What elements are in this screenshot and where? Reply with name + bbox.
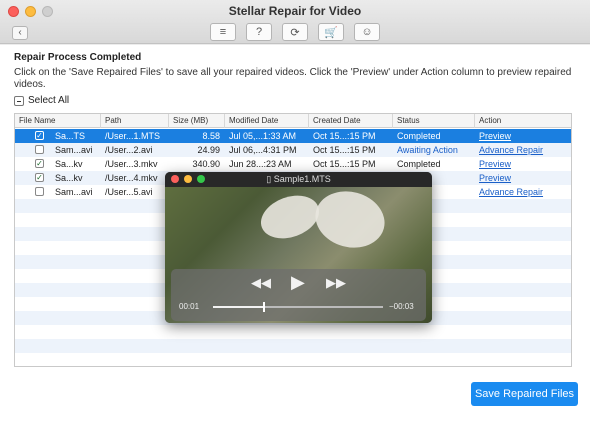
title-bar: Stellar Repair for Video ‹ ≡ ? ⟳ 🛒 ☺ — [0, 0, 590, 44]
register-button[interactable]: ≡ — [210, 23, 236, 41]
cell-file: Sa...kv — [55, 173, 83, 183]
table-row[interactable]: ✓ Sa...kv/User...3.mkv 340.90 Jun 28...:23 … — [15, 157, 571, 171]
row-checkbox[interactable]: ✓ — [35, 131, 44, 140]
cell-file: Sam...avi — [55, 187, 93, 197]
empty-row — [15, 353, 571, 366]
cell-modified: Jul 05,...1:33 AM — [229, 131, 297, 141]
row-checkbox[interactable]: ✓ — [35, 159, 44, 168]
cell-status: Awaiting Action — [397, 145, 458, 155]
cell-path: /User...2.avi — [105, 145, 153, 155]
cell-created: Oct 15...:15 PM — [313, 159, 376, 169]
empty-row — [15, 325, 571, 339]
player-window-controls — [171, 175, 205, 183]
account-icon: ☺ — [361, 26, 373, 38]
cell-size: 340.90 — [192, 159, 220, 169]
column-header-status[interactable]: Status — [393, 114, 475, 128]
column-header-path[interactable]: Path — [101, 114, 169, 128]
row-checkbox[interactable] — [35, 145, 44, 154]
action-link[interactable]: Advance Repair — [475, 185, 571, 199]
cell-created: Oct 15...:15 PM — [313, 131, 376, 141]
cell-size: 8.58 — [202, 131, 220, 141]
cell-status: Completed — [397, 131, 441, 141]
select-all-label: Select All — [28, 95, 70, 106]
action-link[interactable]: Preview — [475, 129, 571, 143]
cell-path: /User...1.MTS — [105, 131, 161, 141]
scrubber-handle[interactable] — [263, 302, 265, 312]
cell-file: Sam...avi — [55, 145, 93, 155]
instructions-text: Click on the 'Save Repaired Files' to sa… — [14, 67, 572, 90]
player-close-button[interactable] — [171, 175, 179, 183]
cart-icon: 🛒 — [324, 26, 338, 39]
cell-created: Oct 15...:15 PM — [313, 145, 376, 155]
help-button[interactable]: ? — [246, 23, 272, 41]
action-link[interactable]: Preview — [475, 171, 571, 185]
column-header-action[interactable]: Action — [475, 114, 571, 128]
video-frame: ◀◀ ▶ ▶▶ 00:01 −00:03 — [165, 183, 432, 323]
play-icon[interactable]: ▶ — [291, 272, 305, 293]
column-header-file-name[interactable]: File Name — [15, 114, 101, 128]
select-all-toggle[interactable]: Select All — [14, 95, 69, 106]
register-icon: ≡ — [219, 26, 227, 38]
player-title-bar: ▯ Sample1.MTS — [165, 172, 432, 187]
player-minimize-button[interactable] — [184, 175, 192, 183]
action-link[interactable]: Preview — [475, 157, 571, 171]
cell-path: /User...3.mkv — [105, 159, 158, 169]
update-button[interactable]: ⟳ — [282, 23, 308, 41]
table-header: File Name Path Size (MB) Modified Date C… — [15, 114, 571, 128]
column-header-modified-date[interactable]: Modified Date — [225, 114, 309, 128]
back-button[interactable]: ‹ — [12, 26, 28, 40]
rewind-icon[interactable]: ◀◀ — [251, 275, 271, 291]
video-preview-window[interactable]: ▯ Sample1.MTS ◀◀ ▶ ▶▶ 00:01 −00:03 — [165, 172, 432, 323]
row-checkbox[interactable]: ✓ — [35, 173, 44, 182]
current-time: 00:01 — [179, 302, 200, 311]
cell-status: Completed — [397, 159, 441, 169]
account-button[interactable]: ☺ — [354, 23, 380, 41]
scrubber[interactable] — [213, 302, 383, 312]
player-title: Sample1.MTS — [273, 174, 331, 184]
action-link[interactable]: Advance Repair — [475, 143, 571, 157]
cell-file: Sa...TS — [55, 131, 86, 141]
cell-modified: Jul 06,...4:31 PM — [229, 145, 297, 155]
page-title: Repair Process Completed — [14, 52, 142, 63]
app-title: Stellar Repair for Video — [228, 4, 362, 18]
cell-path: /User...4.mkv — [105, 173, 158, 183]
cell-size: 24.99 — [197, 145, 220, 155]
update-icon: ⟳ — [290, 26, 300, 39]
column-header-size[interactable]: Size (MB) — [169, 114, 225, 128]
video-content — [309, 183, 391, 256]
remaining-time: −00:03 — [389, 302, 414, 311]
chevron-left-icon: ‹ — [18, 27, 22, 38]
help-icon: ? — [255, 26, 263, 38]
cell-file: Sa...kv — [55, 159, 83, 169]
select-all-checkbox[interactable] — [14, 95, 24, 106]
save-repaired-files-button[interactable]: Save Repaired Files — [471, 382, 578, 406]
empty-row — [15, 339, 571, 353]
scrubber-progress — [213, 306, 264, 308]
table-row[interactable]: Sam...avi/User...2.avi 24.99 Jul 06,...4:3… — [15, 143, 571, 157]
player-zoom-button[interactable] — [197, 175, 205, 183]
buy-button[interactable]: 🛒 — [318, 23, 344, 41]
cell-modified: Jun 28...:23 AM — [229, 159, 292, 169]
column-header-created-date[interactable]: Created Date — [309, 114, 393, 128]
fast-forward-icon[interactable]: ▶▶ — [326, 275, 346, 291]
cell-path: /User...5.avi — [105, 187, 153, 197]
table-row[interactable]: ✓ Sa...TS/User...1.MTS 8.58 Jul 05,...1:33 … — [15, 129, 571, 143]
playback-controls: ◀◀ ▶ ▶▶ 00:01 −00:03 — [171, 269, 426, 321]
row-checkbox[interactable] — [35, 187, 44, 196]
file-icon: ▯ — [266, 174, 274, 184]
